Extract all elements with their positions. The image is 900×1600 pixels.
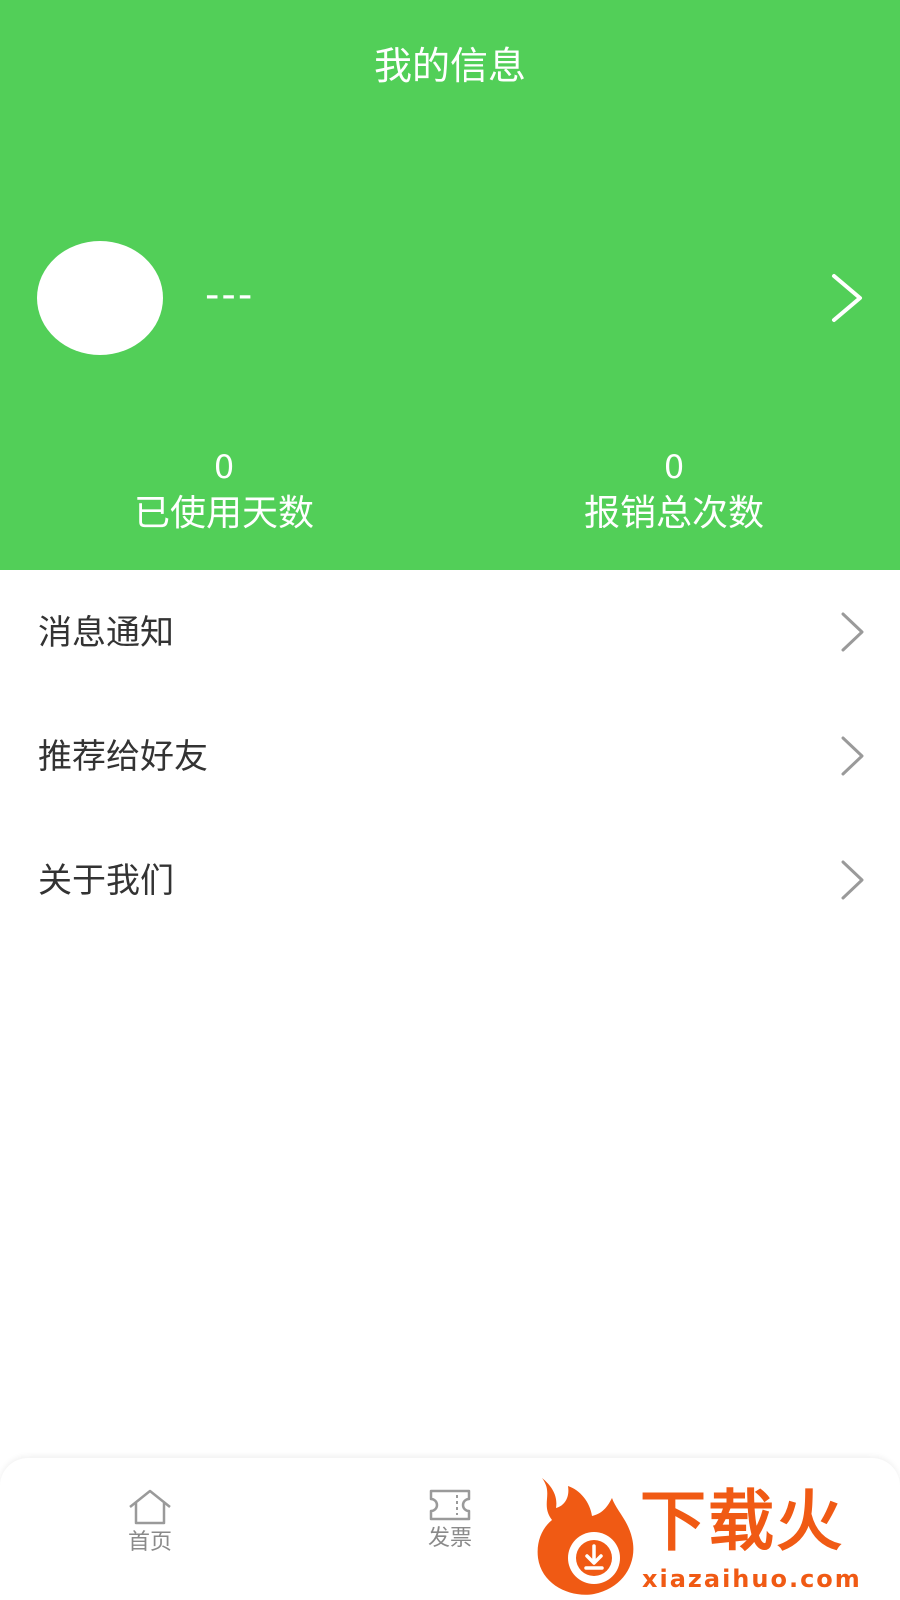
flame-logo-icon: [537, 1478, 634, 1595]
watermark-url: xiazaihuo.com: [642, 1565, 862, 1593]
menu-item-notifications[interactable]: 消息通知: [0, 570, 900, 694]
stat-total-claims-label: 报销总次数: [583, 493, 764, 534]
settings-menu: 消息通知 推荐给好友 关于我们: [0, 570, 900, 942]
chevron-right-icon: [841, 612, 864, 652]
tab-home[interactable]: 首页: [90, 1488, 210, 1558]
stat-days-used-value: 0: [213, 448, 235, 486]
chevron-right-icon: [841, 860, 864, 900]
stat-total-claims-value: 0: [663, 448, 685, 486]
menu-item-about[interactable]: 关于我们: [0, 818, 900, 942]
tab-invoice[interactable]: 发票: [390, 1488, 510, 1554]
chevron-right-icon[interactable]: [826, 270, 866, 326]
page-title: 我的信息: [373, 44, 526, 88]
tab-home-label: 首页: [127, 1530, 172, 1555]
menu-item-label: 关于我们: [38, 861, 174, 901]
menu-item-recommend[interactable]: 推荐给好友: [0, 694, 900, 818]
watermark-text: 下载火: [640, 1483, 844, 1560]
profile-header: 我的信息 --- 0 已使用天数 0 报销总次数: [0, 0, 900, 570]
avatar[interactable]: [37, 241, 163, 355]
chevron-right-icon: [841, 736, 864, 776]
stat-days-used-label: 已使用天数: [133, 493, 314, 534]
watermark-logo: 下载火 xiazaihuo.com: [532, 1476, 894, 1598]
tab-invoice-label: 发票: [427, 1526, 472, 1551]
username: ---: [205, 272, 255, 318]
stat-total-claims: 0 报销总次数: [524, 445, 824, 539]
home-icon: [129, 1489, 171, 1525]
profile-row[interactable]: ---: [0, 235, 900, 360]
menu-item-label: 消息通知: [38, 613, 174, 653]
stat-days-used: 0 已使用天数: [74, 445, 374, 539]
menu-item-label: 推荐给好友: [38, 737, 208, 777]
ticket-icon: [429, 1489, 471, 1521]
